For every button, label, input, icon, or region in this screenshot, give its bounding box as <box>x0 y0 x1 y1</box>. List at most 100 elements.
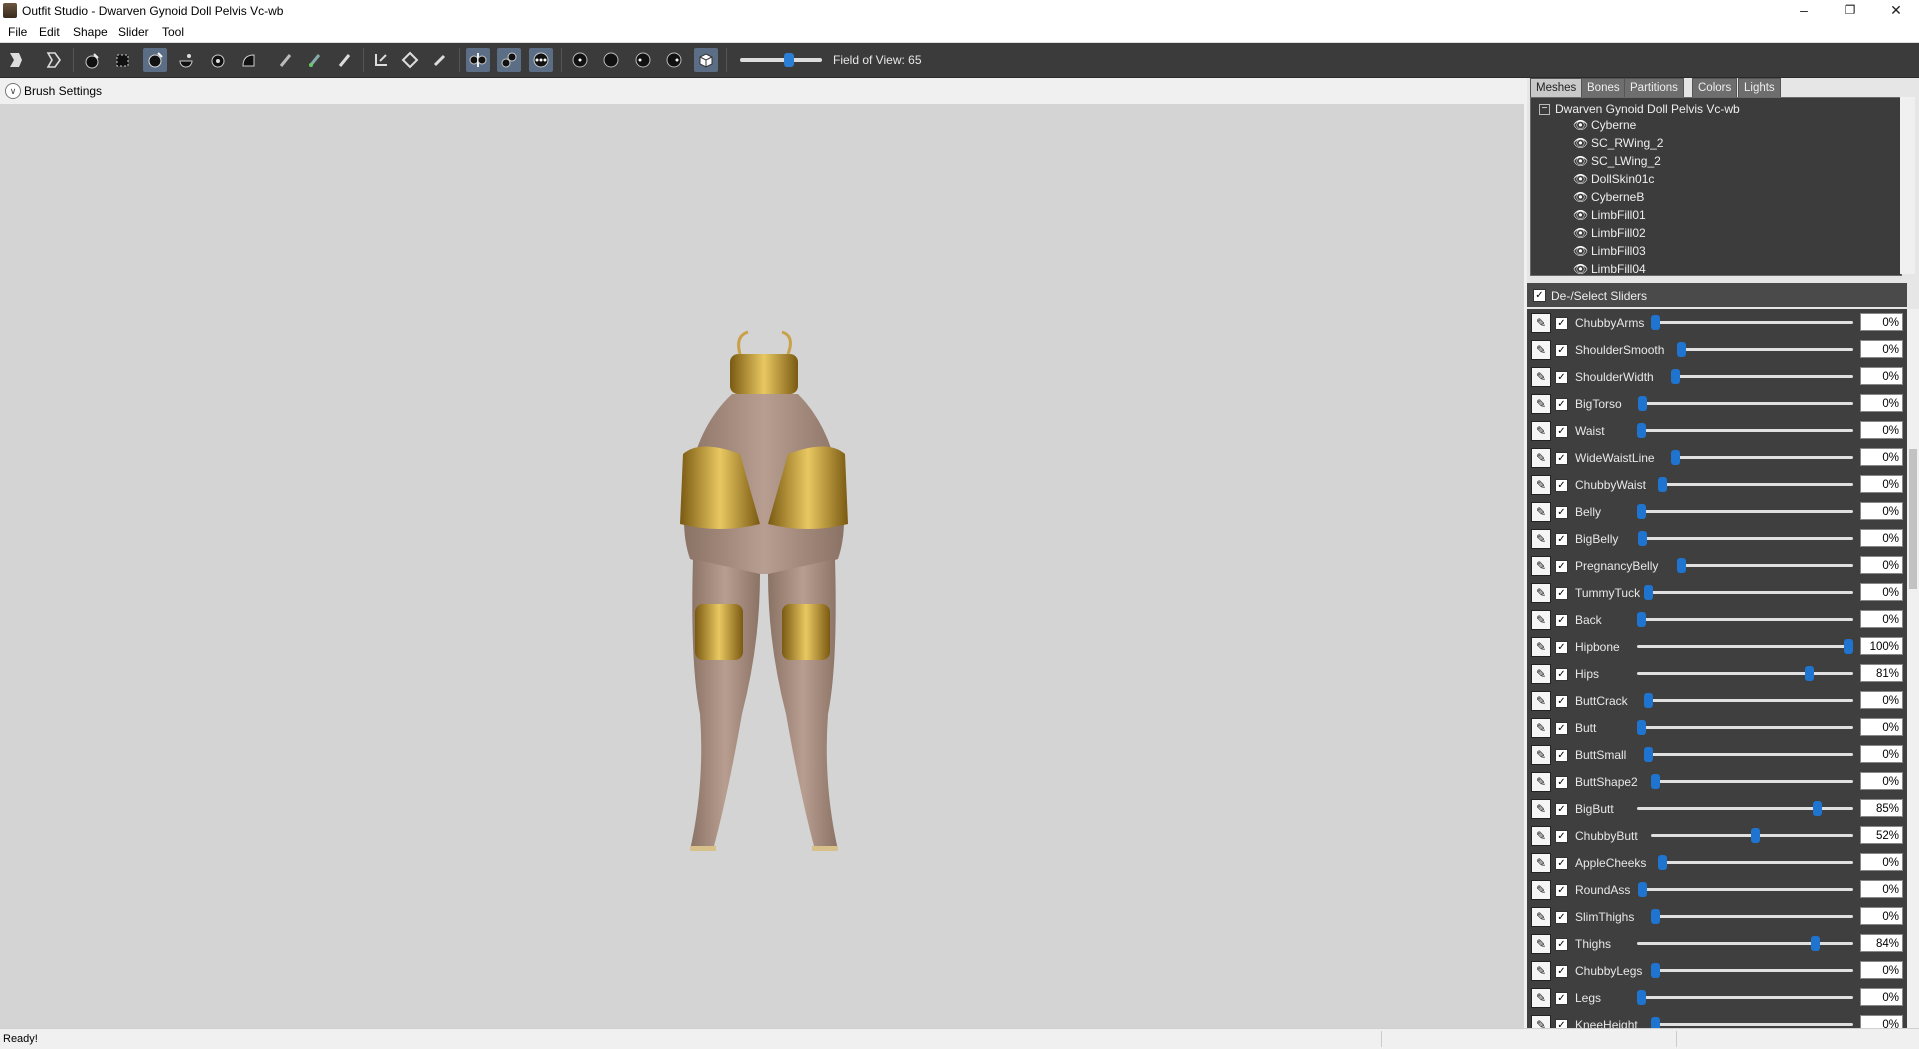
slider-thumb[interactable] <box>1637 396 1647 411</box>
slider-value-field[interactable]: 0% <box>1860 448 1903 466</box>
edit-slider-pencil-icon[interactable]: ✎ <box>1531 637 1551 657</box>
slider-value-field[interactable]: 85% <box>1860 799 1903 817</box>
slider-value-field[interactable]: 0% <box>1860 610 1903 628</box>
slider-track[interactable] <box>1637 936 1853 951</box>
slider-value-field[interactable]: 0% <box>1860 718 1903 736</box>
eye-icon[interactable]: 👁 <box>1573 136 1589 150</box>
alpha-paint-icon[interactable] <box>333 48 357 72</box>
slider-checkbox[interactable]: ✓ <box>1555 857 1568 870</box>
slider-track[interactable] <box>1657 477 1853 492</box>
slider-track[interactable] <box>1651 963 1853 978</box>
slider-thumb[interactable] <box>1637 504 1646 519</box>
slider-thumb[interactable] <box>1651 1017 1660 1028</box>
slider-value-field[interactable]: 0% <box>1860 529 1903 547</box>
slider-track[interactable] <box>1644 693 1853 708</box>
slider-value-field[interactable]: 0% <box>1860 691 1903 709</box>
slider-checkbox[interactable]: ✓ <box>1555 911 1568 924</box>
mesh-item[interactable]: 👁 SC_RWing_2 <box>1573 136 1663 154</box>
edit-slider-pencil-icon[interactable]: ✎ <box>1531 961 1551 981</box>
open-project-icon[interactable] <box>42 48 66 72</box>
tab-partitions[interactable]: Partitions <box>1624 78 1684 98</box>
slider-checkbox[interactable]: ✓ <box>1555 641 1568 654</box>
slider-checkbox[interactable]: ✓ <box>1555 560 1568 573</box>
slider-track[interactable] <box>1637 612 1853 627</box>
menu-edit[interactable]: Edit <box>39 25 60 39</box>
global-brush-icon[interactable] <box>529 48 553 72</box>
slider-thumb[interactable] <box>1677 558 1687 573</box>
shadeless-icon[interactable] <box>662 48 686 72</box>
mesh-item[interactable]: 👁 DollSkin01c <box>1573 172 1654 190</box>
slider-track[interactable] <box>1677 558 1853 573</box>
slider-checkbox[interactable]: ✓ <box>1555 587 1568 600</box>
slider-thumb[interactable] <box>1651 963 1660 978</box>
tab-colors[interactable]: Colors <box>1692 78 1738 98</box>
slider-thumb[interactable] <box>1637 720 1646 735</box>
edit-slider-pencil-icon[interactable]: ✎ <box>1531 988 1551 1008</box>
slider-checkbox[interactable]: ✓ <box>1555 614 1568 627</box>
slider-track[interactable] <box>1637 720 1853 735</box>
slider-checkbox[interactable]: ✓ <box>1555 884 1568 897</box>
eye-icon[interactable]: 👁 <box>1573 118 1589 132</box>
slider-checkbox[interactable]: ✓ <box>1555 344 1568 357</box>
slider-thumb[interactable] <box>1637 882 1647 897</box>
mesh-tree-scrollbar[interactable] <box>1900 97 1915 274</box>
mesh-item[interactable]: 👁 SC_LWing_2 <box>1573 154 1661 172</box>
slider-thumb[interactable] <box>1810 936 1820 951</box>
slider-checkbox[interactable]: ✓ <box>1555 533 1568 546</box>
slider-track[interactable] <box>1657 855 1853 870</box>
slider-value-field[interactable]: 0% <box>1860 475 1903 493</box>
edit-slider-pencil-icon[interactable]: ✎ <box>1531 853 1551 873</box>
slider-track[interactable] <box>1670 450 1853 465</box>
edit-slider-pencil-icon[interactable]: ✎ <box>1531 529 1551 549</box>
mesh-item[interactable]: 👁 Cyberne <box>1573 118 1636 136</box>
slider-track[interactable] <box>1637 801 1853 816</box>
lighting-icon[interactable] <box>599 48 623 72</box>
new-project-icon[interactable] <box>4 48 28 72</box>
eye-icon[interactable]: 👁 <box>1573 154 1589 168</box>
slider-checkbox[interactable]: ✓ <box>1555 479 1568 492</box>
slider-value-field[interactable]: 84% <box>1860 934 1903 952</box>
color-paint-icon[interactable] <box>303 48 327 72</box>
mesh-item[interactable]: 👁 LimbFill03 <box>1573 244 1646 262</box>
mask-icon[interactable] <box>111 48 135 72</box>
slider-track[interactable] <box>1651 774 1853 789</box>
slider-checkbox[interactable]: ✓ <box>1555 992 1568 1005</box>
edit-slider-pencil-icon[interactable]: ✎ <box>1531 340 1551 360</box>
slider-thumb[interactable] <box>1637 990 1646 1005</box>
edit-slider-pencil-icon[interactable]: ✎ <box>1531 691 1551 711</box>
scrollbar-thumb[interactable] <box>1909 449 1917 589</box>
eye-icon[interactable]: 👁 <box>1573 208 1589 222</box>
slider-value-field[interactable]: 0% <box>1860 556 1903 574</box>
slider-track[interactable] <box>1651 315 1853 330</box>
tab-lights[interactable]: Lights <box>1738 78 1781 98</box>
slider-track[interactable] <box>1651 909 1853 924</box>
select-icon[interactable] <box>80 48 104 72</box>
edit-slider-pencil-icon[interactable]: ✎ <box>1531 718 1551 738</box>
slider-track[interactable] <box>1651 828 1853 843</box>
slider-value-field[interactable]: 0% <box>1860 988 1903 1006</box>
slider-value-field[interactable]: 0% <box>1860 961 1903 979</box>
bone-view-icon[interactable] <box>694 48 718 72</box>
mesh-item[interactable]: 👁 CyberneB <box>1573 190 1644 208</box>
close-button[interactable]: ✕ <box>1873 0 1919 22</box>
chevron-down-icon[interactable]: ∨ <box>5 83 21 99</box>
transform-icon[interactable] <box>369 48 393 72</box>
slider-thumb[interactable] <box>1804 666 1814 681</box>
slider-checkbox[interactable]: ✓ <box>1555 749 1568 762</box>
edit-slider-pencil-icon[interactable]: ✎ <box>1531 502 1551 522</box>
slider-value-field[interactable]: 0% <box>1860 394 1903 412</box>
menu-slider[interactable]: Slider <box>118 25 149 39</box>
slider-value-field[interactable]: 0% <box>1860 583 1903 601</box>
slider-checkbox[interactable]: ✓ <box>1555 803 1568 816</box>
eye-icon[interactable]: 👁 <box>1573 190 1589 204</box>
mesh-item[interactable]: 👁 LimbFill02 <box>1573 226 1646 244</box>
edit-slider-pencil-icon[interactable]: ✎ <box>1531 583 1551 603</box>
edit-slider-pencil-icon[interactable]: ✎ <box>1531 799 1551 819</box>
mesh-item[interactable]: 👁 LimbFill01 <box>1573 208 1646 226</box>
slider-thumb[interactable] <box>1644 585 1654 600</box>
slider-track[interactable] <box>1637 531 1853 546</box>
edit-slider-pencil-icon[interactable]: ✎ <box>1531 1015 1551 1028</box>
vertex-select-icon[interactable] <box>427 48 451 72</box>
slider-thumb[interactable] <box>1812 801 1822 816</box>
edit-slider-pencil-icon[interactable]: ✎ <box>1531 394 1551 414</box>
